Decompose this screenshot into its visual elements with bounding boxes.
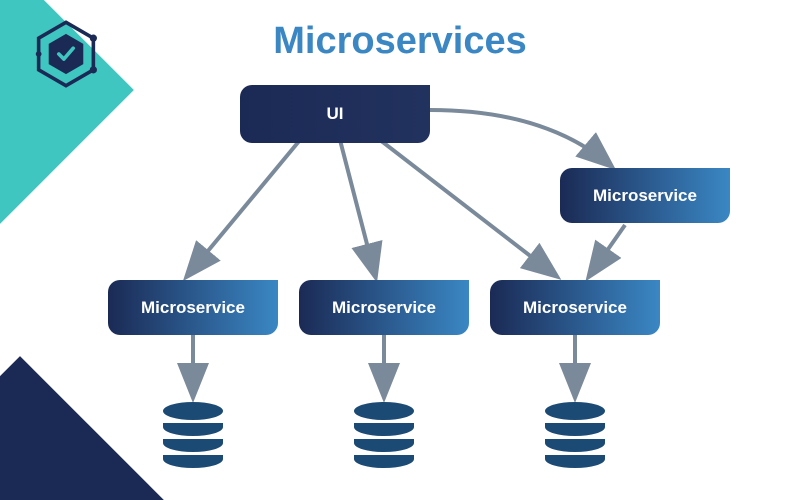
diagram-title: Microservices (0, 20, 800, 63)
node-microservice-a: Microservice (108, 280, 278, 335)
node-microservice-c: Microservice (490, 280, 660, 335)
node-microservice-right: Microservice (560, 168, 730, 223)
node-microservice-b: Microservice (299, 280, 469, 335)
database-icon (163, 402, 223, 468)
database-icon (545, 402, 605, 468)
node-ui: UI (240, 85, 430, 143)
database-icon (354, 402, 414, 468)
